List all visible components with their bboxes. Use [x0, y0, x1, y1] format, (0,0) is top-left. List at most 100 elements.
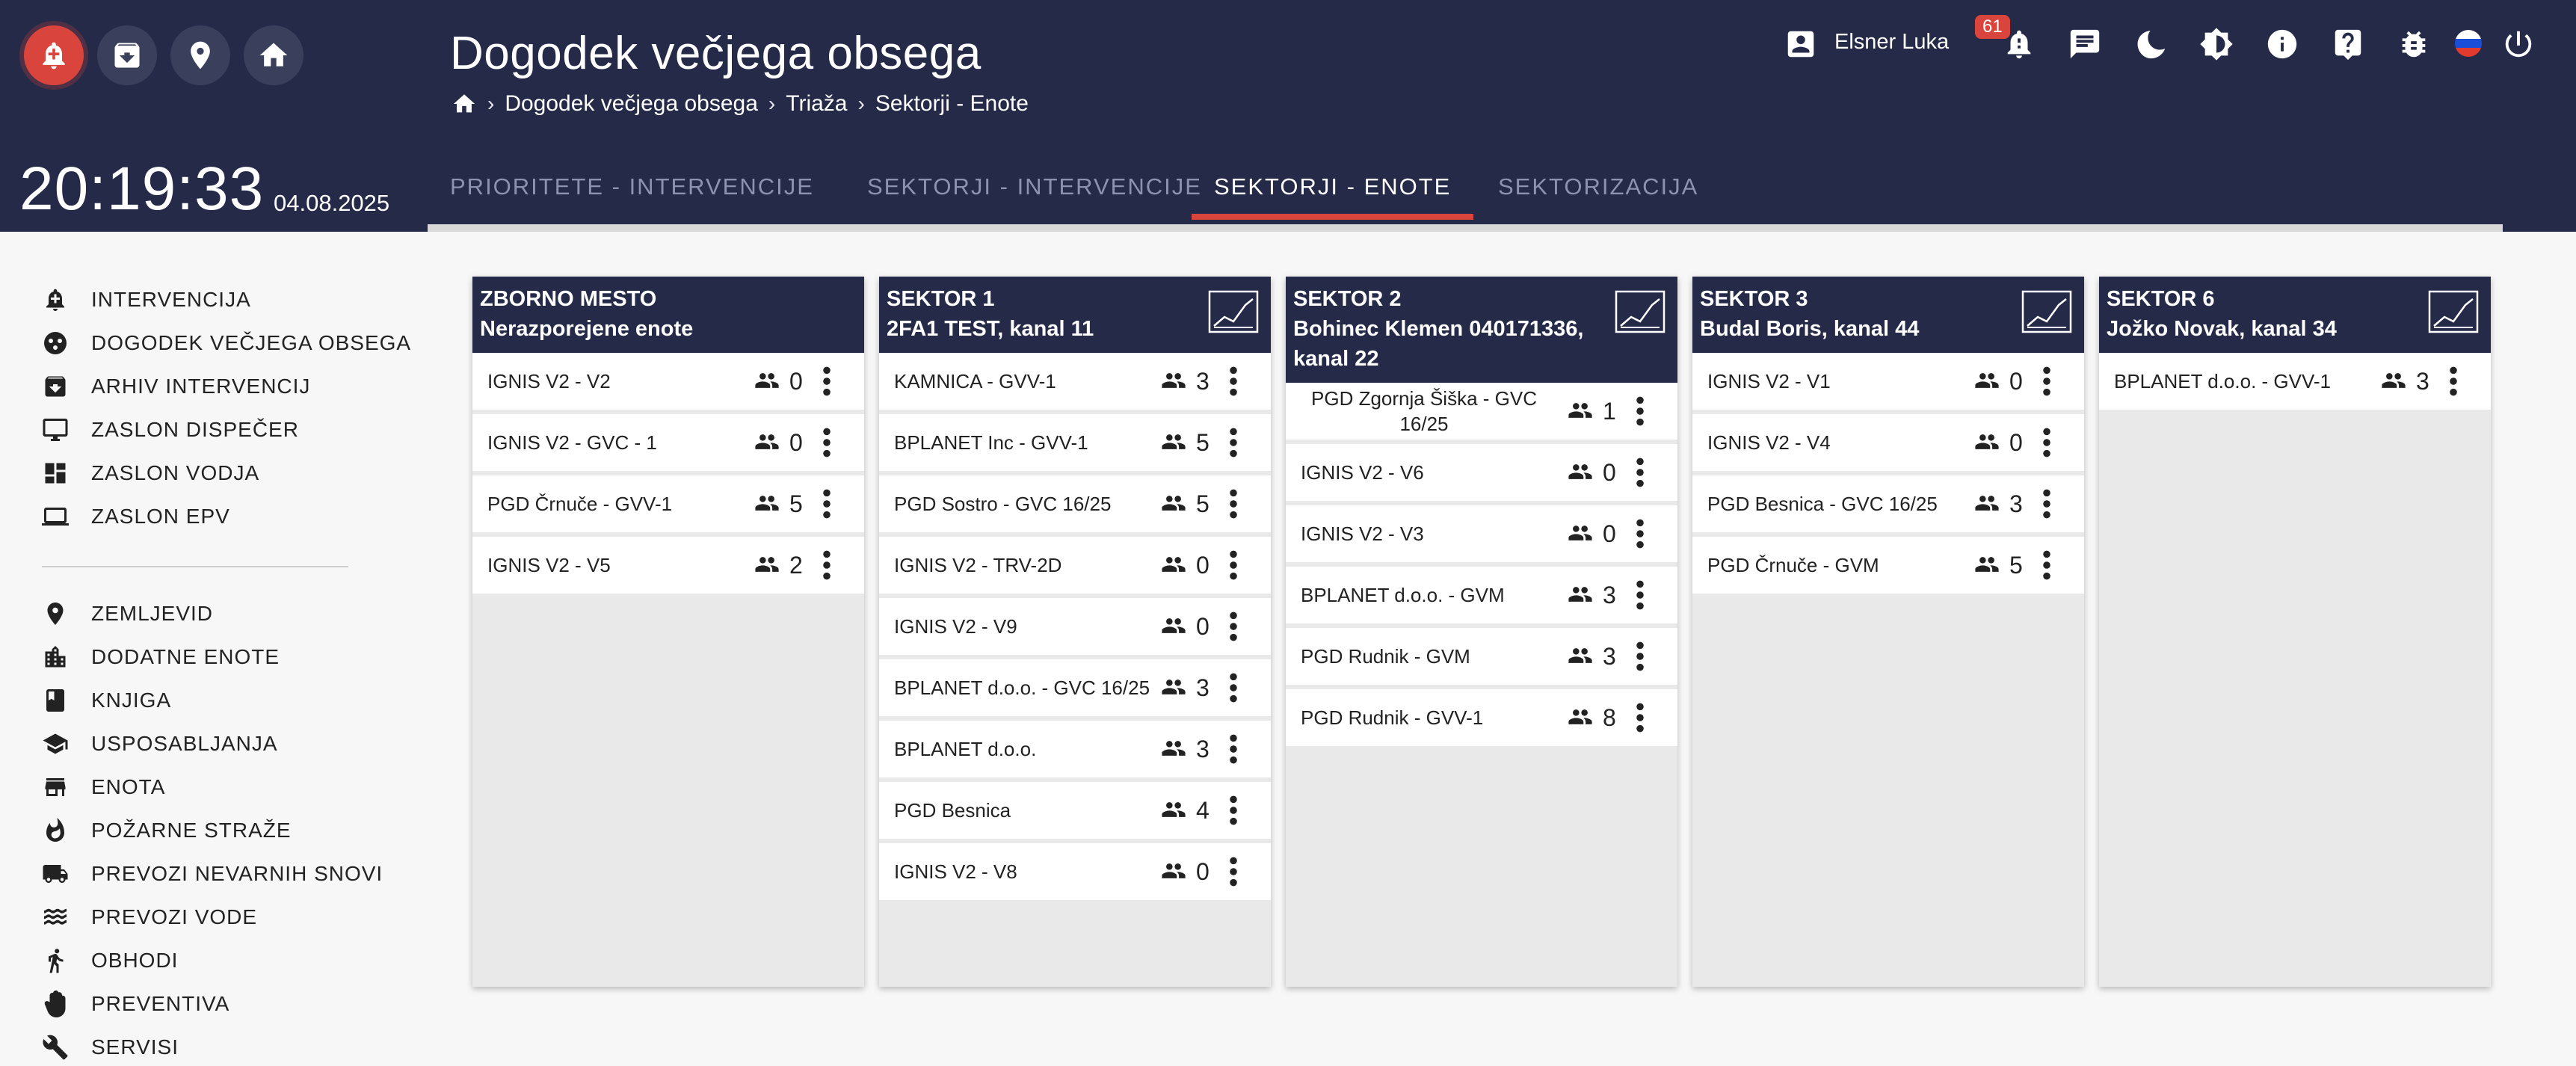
fire-icon: [46, 818, 64, 842]
more-vert-icon[interactable]: [1227, 487, 1239, 520]
sidebar-item-zaslon-dispecer[interactable]: ZASLON DISPEČER: [42, 411, 299, 449]
account-icon[interactable]: [1782, 25, 1819, 63]
more-vert-icon[interactable]: [1634, 456, 1646, 489]
dark-mode-icon[interactable]: [2132, 25, 2169, 63]
sidebar-item-prevozi-nevarnih-snovi[interactable]: PREVOZI NEVARNIH SNOVI: [42, 855, 383, 893]
sidebar-item-enota[interactable]: ENOTA: [42, 768, 165, 806]
unit-row[interactable]: BPLANET d.o.o. - GVV-1 3: [2099, 353, 2491, 414]
home-button[interactable]: [244, 25, 303, 85]
more-vert-icon[interactable]: [821, 549, 833, 582]
more-vert-icon[interactable]: [1227, 671, 1239, 704]
unit-row[interactable]: PGD Sostro - GVC 16/25 5: [879, 475, 1271, 537]
unit-row[interactable]: IGNIS V2 - V6 0: [1286, 444, 1677, 505]
sidebar-item-obhodi[interactable]: OBHODI: [42, 942, 178, 979]
unit-row[interactable]: IGNIS V2 - TRV-2D 0: [879, 537, 1271, 598]
breadcrumb-item[interactable]: Dogodek večjega obsega: [505, 91, 758, 117]
more-vert-icon[interactable]: [1634, 640, 1646, 673]
unit-row[interactable]: BPLANET d.o.o. - GVC 16/25 3: [879, 659, 1271, 721]
bug-icon[interactable]: [2395, 25, 2432, 63]
more-vert-icon[interactable]: [2041, 487, 2053, 520]
sidebar-item-arhiv[interactable]: ARHIV INTERVENCIJ: [42, 368, 310, 405]
sidebar-item-servisi[interactable]: SERVISI: [42, 1029, 179, 1066]
breadcrumb-home-icon[interactable]: [452, 91, 477, 117]
unit-row[interactable]: BPLANET d.o.o. - GVM 3: [1286, 567, 1677, 628]
brightness-icon[interactable]: [2198, 25, 2235, 63]
unit-row[interactable]: PGD Besnica 4: [879, 782, 1271, 843]
tab-prioritete-intervencije[interactable]: PRIORITETE - INTERVENCIJE: [428, 173, 836, 220]
sidebar-item-label: KNJIGA: [91, 688, 172, 712]
sidebar-item-dodatne-enote[interactable]: DODATNE ENOTE: [42, 638, 280, 676]
more-vert-icon[interactable]: [821, 426, 833, 459]
more-vert-icon[interactable]: [1634, 517, 1646, 550]
unit-row[interactable]: IGNIS V2 - V9 0: [879, 598, 1271, 659]
unit-row[interactable]: IGNIS V2 - V1 0: [1692, 353, 2084, 414]
sidebar-item-label: SERVISI: [91, 1035, 179, 1059]
more-vert-icon[interactable]: [1634, 395, 1646, 428]
sidebar-item-zaslon-vodja[interactable]: ZASLON VODJA: [42, 455, 259, 492]
archive-icon: [45, 376, 66, 397]
sidebar-item-usposabljanja[interactable]: USPOSABLJANJA: [42, 725, 278, 762]
sidebar-item-zaslon-epv[interactable]: ZASLON EPV: [42, 498, 230, 535]
more-vert-icon[interactable]: [2447, 365, 2459, 398]
crew-count: 3: [1603, 642, 1616, 670]
more-vert-icon[interactable]: [1227, 733, 1239, 765]
breadcrumb-item[interactable]: Triaža: [786, 91, 847, 117]
notifications-icon[interactable]: [2000, 25, 2038, 63]
sector-chart-icon[interactable]: [2021, 290, 2072, 333]
more-vert-icon[interactable]: [1227, 426, 1239, 459]
more-vert-icon[interactable]: [1634, 701, 1646, 734]
more-vert-icon[interactable]: [821, 365, 833, 398]
new-alarm-button[interactable]: [24, 25, 84, 85]
language-flag-icon[interactable]: [2455, 30, 2482, 57]
unit-row[interactable]: PGD Črnuče - GVV-1 5: [472, 475, 864, 537]
chat-icon[interactable]: [2066, 25, 2104, 63]
info-icon[interactable]: [2264, 25, 2301, 63]
sidebar-item-zemljevid[interactable]: ZEMLJEVID: [42, 595, 213, 632]
more-vert-icon[interactable]: [1227, 365, 1239, 398]
unit-row[interactable]: KAMNICA - GVV-1 3: [879, 353, 1271, 414]
unit-row[interactable]: PGD Rudnik - GVM 3: [1286, 628, 1677, 689]
breadcrumb-item-current: Sektorji - Enote: [875, 91, 1029, 116]
more-vert-icon[interactable]: [1634, 579, 1646, 611]
archive-button[interactable]: [97, 25, 157, 85]
more-vert-icon[interactable]: [2041, 549, 2053, 582]
more-vert-icon[interactable]: [2041, 426, 2053, 459]
unit-row[interactable]: IGNIS V2 - V3 0: [1286, 505, 1677, 567]
unit-row[interactable]: IGNIS V2 - GVC - 1 0: [472, 414, 864, 475]
crew-count: 4: [1196, 796, 1210, 824]
more-vert-icon[interactable]: [2041, 365, 2053, 398]
sidebar-item-intervencija[interactable]: INTERVENCIJA: [42, 281, 251, 318]
sector-subtitle: 2FA1 TEST, kanal 11: [887, 317, 1094, 341]
people-icon: [1157, 858, 1190, 884]
sidebar-item-prevozi-vode[interactable]: PREVOZI VODE: [42, 899, 257, 936]
unit-row[interactable]: IGNIS V2 - V8 0: [879, 843, 1271, 905]
tab-sektorji-intervencije[interactable]: SEKTORJI - INTERVENCIJE: [845, 173, 1224, 220]
more-vert-icon[interactable]: [1227, 610, 1239, 643]
sector-chart-icon[interactable]: [1615, 290, 1666, 333]
unit-row[interactable]: BPLANET Inc - GVV-1 5: [879, 414, 1271, 475]
unit-row[interactable]: IGNIS V2 - V2 0: [472, 353, 864, 414]
map-button[interactable]: [170, 25, 230, 85]
more-vert-icon[interactable]: [821, 487, 833, 520]
sidebar-item-knjiga[interactable]: KNJIGA: [42, 682, 171, 719]
more-vert-icon[interactable]: [1227, 855, 1239, 888]
more-vert-icon[interactable]: [1227, 549, 1239, 582]
unit-row[interactable]: IGNIS V2 - V4 0: [1692, 414, 2084, 475]
sidebar-item-dogodek[interactable]: DOGODEK VEČJEGA OBSEGA: [42, 324, 411, 362]
unit-row[interactable]: IGNIS V2 - V5 2: [472, 537, 864, 598]
help-icon[interactable]: [2329, 25, 2367, 63]
more-vert-icon[interactable]: [1227, 794, 1239, 827]
unit-row[interactable]: PGD Besnica - GVC 16/25 3: [1692, 475, 2084, 537]
user-name[interactable]: Elsner Luka: [1834, 30, 1949, 55]
power-icon[interactable]: [2500, 25, 2537, 63]
sector-chart-icon[interactable]: [2428, 290, 2479, 333]
sidebar-item-preventiva[interactable]: PREVENTIVA: [42, 985, 229, 1023]
unit-row[interactable]: PGD Zgornja Šiška - GVC 16/25 1: [1286, 383, 1677, 444]
unit-row[interactable]: PGD Rudnik - GVV-1 8: [1286, 689, 1677, 751]
sector-chart-icon[interactable]: [1208, 290, 1259, 333]
unit-row[interactable]: BPLANET d.o.o. 3: [879, 721, 1271, 782]
unit-row[interactable]: PGD Črnuče - GVM 5: [1692, 537, 2084, 598]
tab-sektorji-enote[interactable]: SEKTORJI - ENOTE: [1192, 173, 1474, 220]
sidebar-item-pozarne-straze[interactable]: POŽARNE STRAŽE: [42, 812, 292, 849]
tab-sektorizacija[interactable]: SEKTORIZACIJA: [1476, 173, 1721, 220]
